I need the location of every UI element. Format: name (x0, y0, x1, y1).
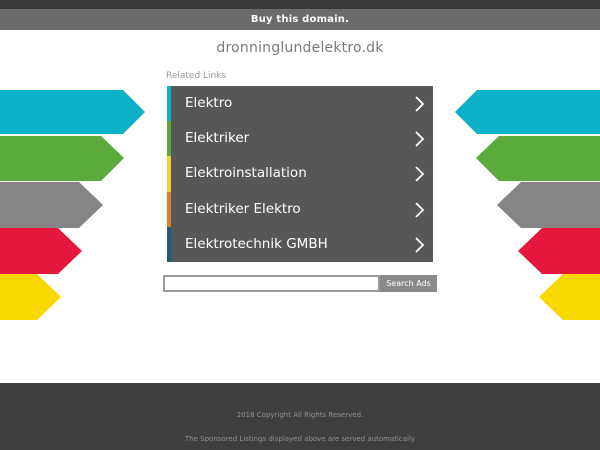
related-link-elektrotechnik-gmbh[interactable]: Elektrotechnik GMBH (167, 226, 433, 262)
left-arrow-gray (0, 182, 103, 228)
chevron-right-icon (415, 166, 425, 183)
link-accent-bar (167, 156, 171, 192)
link-accent-bar (167, 191, 171, 227)
link-label: Elektriker (185, 130, 250, 147)
right-arrows-decoration (455, 90, 600, 320)
link-label: Elektro (185, 95, 233, 111)
left-arrow-yellow (0, 274, 61, 320)
related-links-list: Elektro Elektriker Elektroinstallation E… (167, 86, 433, 262)
left-arrow-green (0, 136, 124, 181)
search-input[interactable] (165, 277, 378, 290)
buy-domain-banner[interactable]: Buy this domain. (0, 9, 600, 30)
related-link-elektroinstallation[interactable]: Elektroinstallation (167, 156, 433, 192)
chevron-right-icon (415, 201, 425, 218)
left-arrow-red (0, 228, 82, 274)
right-arrow-gray (497, 182, 600, 228)
right-arrow-yellow (539, 274, 600, 320)
related-link-elektriker-elektro[interactable]: Elektriker Elektro (167, 191, 433, 227)
right-arrow-cyan (455, 90, 600, 134)
left-arrow-cyan (0, 90, 145, 134)
related-link-elektriker[interactable]: Elektriker (167, 121, 433, 157)
right-arrow-red (518, 228, 600, 274)
link-label: Elektroinstallation (185, 165, 307, 182)
link-accent-bar (167, 86, 171, 122)
top-strip (0, 0, 600, 9)
link-accent-bar (167, 121, 171, 157)
sponsored-listings-disclaimer: The Sponsored Listings displayed above a… (184, 435, 416, 443)
related-link-elektro[interactable]: Elektro (167, 86, 433, 122)
domain-title: dronninglundelektro.dk (216, 40, 384, 56)
chevron-right-icon (415, 96, 425, 112)
chevron-right-icon (415, 237, 425, 253)
related-links-heading: Related Links (166, 71, 227, 81)
footer: 2018 Copyright All Rights Reserved. The … (0, 383, 600, 450)
copyright-text: 2018 Copyright All Rights Reserved. (236, 411, 364, 419)
chevron-right-icon (415, 131, 425, 147)
link-label: Elektrotechnik GMBH (185, 235, 328, 252)
link-label: Elektriker Elektro (185, 200, 301, 217)
search-ads-form: Search Ads (163, 275, 437, 292)
search-ads-button[interactable]: Search Ads (380, 275, 437, 292)
left-arrows-decoration (0, 90, 145, 320)
link-accent-bar (167, 226, 171, 262)
right-arrow-green (476, 136, 600, 181)
